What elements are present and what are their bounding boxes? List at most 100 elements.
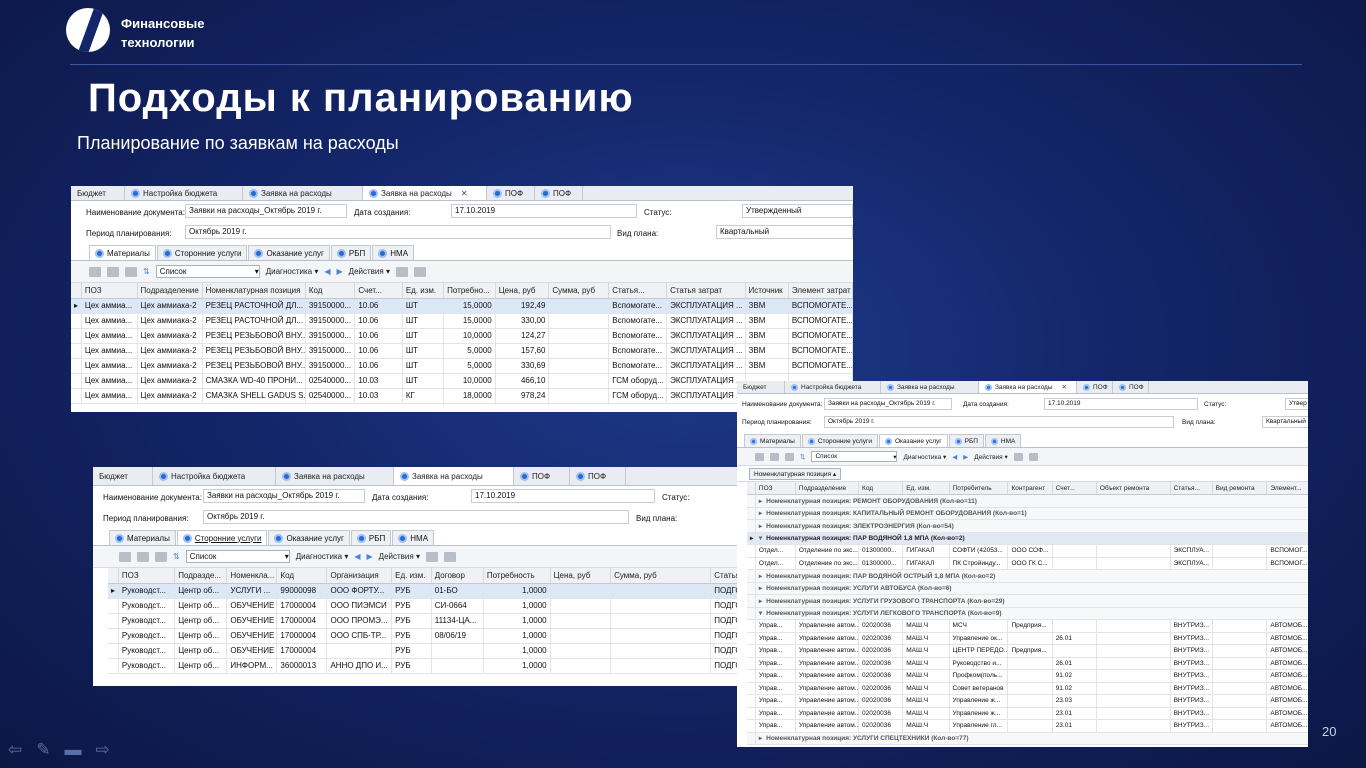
period-field[interactable]: Октябрь 2019 г. <box>185 225 611 239</box>
table-cell[interactable]: 1,0000 <box>483 583 551 599</box>
table-cell[interactable] <box>1212 644 1268 658</box>
table-cell[interactable] <box>1096 619 1171 633</box>
table-cell[interactable]: 02020036 <box>858 657 904 670</box>
table-cell[interactable] <box>548 388 610 404</box>
table-cell[interactable]: Управление автом... <box>795 619 860 633</box>
table-cell[interactable] <box>1212 632 1268 645</box>
table-cell[interactable]: 01300000... <box>858 544 904 558</box>
table-cell[interactable] <box>1052 544 1097 558</box>
table-cell[interactable]: 02020036 <box>858 644 904 658</box>
group-cell[interactable]: ▾ Номенклатурная позиция: ПАР ВОДЯНОЙ 1,8… <box>755 532 1308 545</box>
table-cell[interactable]: АВТОМОБ... <box>1266 694 1308 708</box>
table-cell[interactable]: 10.03 <box>354 373 403 389</box>
table-cell[interactable]: 5,0000 <box>443 358 496 374</box>
group-cell[interactable]: ▸ Номенклатурная позиция: УСЛУГИ СПЕЦТЕХН… <box>755 732 1308 745</box>
table-cell[interactable]: ВСПОМОГАТЕ... <box>788 328 853 344</box>
chevron-right-icon[interactable]: ▸ <box>759 585 762 592</box>
table-cell[interactable]: 91.02 <box>1052 669 1097 683</box>
table-cell[interactable]: РЕЗЕЦ РЕЗЬБОВОЙ ВНУ... <box>202 343 306 359</box>
column-header[interactable]: Подразделение <box>795 482 860 495</box>
table-cell[interactable]: ЗВМ <box>745 343 789 359</box>
filter-icon[interactable]: ⇅ <box>800 453 805 461</box>
table-cell[interactable]: 39150000... <box>305 343 356 359</box>
table-cell[interactable]: МАШ.Ч <box>902 632 950 645</box>
table-cell[interactable]: ЭКСПЛУАТАЦИЯ ... <box>666 328 746 344</box>
tab-nma[interactable]: НМА <box>984 434 1022 447</box>
tab-expense-request[interactable]: Заявка на расходы <box>881 381 979 393</box>
table-cell[interactable]: ООО ПРОМЭ... <box>326 613 393 629</box>
table-cell[interactable]: Руководст... <box>118 628 176 644</box>
table-cell[interactable] <box>610 628 712 644</box>
table-cell[interactable]: СМАЗКА SHELL GADUS S... <box>202 388 306 404</box>
table-cell[interactable]: Управление автом... <box>795 657 860 670</box>
table-row[interactable]: Управ... Управление автом... 02020036 МАШ.Ч… <box>747 682 1308 695</box>
table-cell[interactable]: ЭКСПЛУАТАЦИЯ ... <box>666 388 746 404</box>
table-cell[interactable]: Цех аммиака-2 <box>137 373 203 389</box>
table-cell[interactable]: ООО СОФ... <box>1007 544 1053 558</box>
table-cell[interactable]: 1,0000 <box>483 643 551 659</box>
tab-nma[interactable]: НМА <box>372 245 415 260</box>
table-cell[interactable]: 08/06/19 <box>431 628 484 644</box>
plantype-field[interactable]: Квартальный <box>716 225 853 239</box>
table-cell[interactable]: ШТ <box>402 313 445 329</box>
group-cell[interactable]: ▸ Номенклатурная позиция: ЭЛЕКТРОЭНЕРГИЯ … <box>755 519 1308 533</box>
table-cell[interactable] <box>1212 682 1268 695</box>
table-cell[interactable]: УСЛУГИ ... <box>226 583 278 599</box>
tab-expense-request-active[interactable]: Заявка на расходы ✕ <box>363 186 487 200</box>
table-cell[interactable]: Цех аммиака-2 <box>137 298 203 314</box>
table-row[interactable]: Цех аммиа... Цех аммиака-2 СМАЗКА WD-40 ПР… <box>71 373 853 389</box>
table-cell[interactable]: МАШ.Ч <box>902 719 950 733</box>
tab-budget-settings[interactable]: Настройка бюджета <box>153 467 276 485</box>
table-cell[interactable]: ШТ <box>402 328 445 344</box>
table-cell[interactable]: Вспомогате... <box>608 313 668 329</box>
table-cell[interactable]: ШТ <box>402 358 445 374</box>
table-cell[interactable]: РУБ <box>391 613 432 629</box>
print-icon[interactable] <box>107 266 119 277</box>
table-cell[interactable]: ВНУТРИЗ... <box>1170 669 1213 683</box>
tab-materials[interactable]: Материалы <box>89 245 156 260</box>
arrow-right-icon[interactable]: ▶ <box>337 267 343 276</box>
table-cell[interactable]: Управ... <box>755 644 796 658</box>
table-cell[interactable]: Управление автом... <box>795 682 860 695</box>
table-cell[interactable] <box>1096 544 1171 558</box>
period-field[interactable]: Октябрь 2019 г. <box>824 416 1174 428</box>
table-cell[interactable] <box>1096 557 1171 570</box>
actions-menu[interactable]: Действия ▾ <box>349 267 390 276</box>
table-cell[interactable]: 26.01 <box>1052 632 1097 645</box>
table-cell[interactable]: ПОДГОТ... <box>710 613 738 629</box>
table-cell[interactable]: 10,0000 <box>443 328 496 344</box>
table-cell[interactable]: Руководст... <box>118 598 176 614</box>
tab-pof[interactable]: ПОФ <box>514 467 570 485</box>
table-cell[interactable]: ПОДГОТ... <box>710 643 738 659</box>
table-cell[interactable]: Цех аммиа... <box>81 358 138 374</box>
table-cell[interactable] <box>548 298 610 314</box>
table-cell[interactable]: ВСПОМОГ... <box>1266 557 1308 570</box>
chevron-right-icon[interactable]: ▸ <box>759 523 762 530</box>
tab-third-party-services[interactable]: Сторонние услуги <box>176 530 268 545</box>
group-cell[interactable]: ▾ Номенклатурная позиция: УСЛУГИ ЛЕГКОВОГ… <box>755 607 1308 620</box>
column-header[interactable]: Подразделение <box>137 283 203 299</box>
table-cell[interactable]: 02020036 <box>858 694 904 708</box>
table-cell[interactable]: МАШ.Ч <box>902 657 950 670</box>
table-cell[interactable]: Управление автом... <box>795 719 860 733</box>
table-cell[interactable]: 01-БО <box>431 583 484 599</box>
table-cell[interactable]: 15,0000 <box>443 298 496 314</box>
table-cell[interactable] <box>1096 707 1171 720</box>
table-cell[interactable]: Руководст... <box>118 613 176 629</box>
column-header[interactable]: Код <box>858 482 904 495</box>
table-cell[interactable]: 02540000... <box>305 388 356 404</box>
table-cell[interactable]: 5,0000 <box>443 343 496 359</box>
diagnostics-menu[interactable]: Диагностика ▾ <box>296 552 349 561</box>
table-cell[interactable]: ОБУЧЕНИЕ <box>226 628 278 644</box>
arrow-right-icon[interactable]: ▶ <box>367 552 373 561</box>
table-cell[interactable]: Цех аммиа... <box>81 343 138 359</box>
table-cell[interactable]: РУБ <box>391 628 432 644</box>
table-cell[interactable]: 18,0000 <box>443 388 496 404</box>
table-row[interactable]: Цех аммиа... Цех аммиака-2 РЕЗЕЦ РЕЗЬБОВОЙ… <box>71 328 853 344</box>
column-header[interactable]: Подразде... <box>174 568 228 584</box>
table-cell[interactable]: Управление ж... <box>949 707 1009 720</box>
tab-provision-of-services[interactable]: Оказание услуг <box>878 434 948 447</box>
table-cell[interactable] <box>1096 644 1171 658</box>
table-cell[interactable]: АВТОМОБ... <box>1266 644 1308 658</box>
table-cell[interactable]: Отделение по экс... <box>795 544 860 558</box>
